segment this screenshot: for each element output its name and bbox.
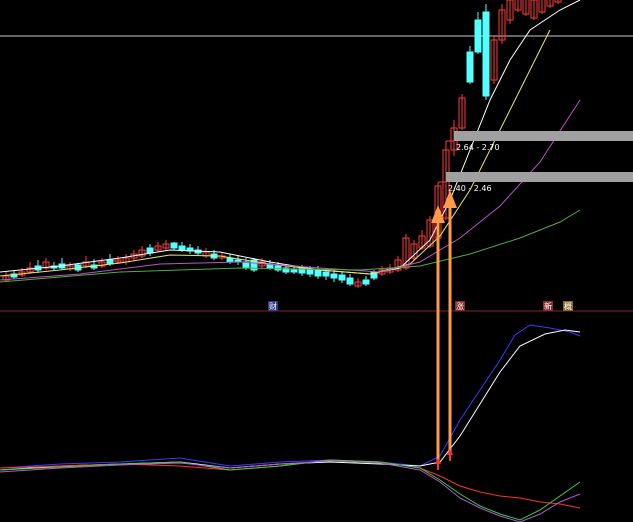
event-marker-label: 财 [269,301,277,311]
candle-body [226,257,234,263]
event-marker-label: 概 [564,301,572,311]
candle-body [274,265,282,271]
candle-body [338,274,346,281]
price-band-lower-bar [446,172,633,182]
candle-body [306,269,314,275]
candle-body [106,259,114,265]
price-band-upper-label: 2.64 - 2.70 [456,143,500,152]
event-marker-label: 涨 [456,301,464,311]
candle-body [466,51,474,83]
signal-arrow-shaft [436,218,440,463]
candle-body [346,277,354,285]
candle-body [330,273,338,279]
candle-body [146,247,154,254]
event-marker-cai[interactable]: 财 [268,301,278,311]
candle-body [322,271,330,277]
candle-body [474,19,482,53]
candle-body [290,269,298,273]
candle-body [362,279,370,285]
event-marker-xin[interactable]: 新 [543,301,553,311]
price-band-lower-label: 2.40 - 2.46 [448,184,492,193]
stock-chart[interactable]: 2.64 - 2.70 2.40 - 2.46 财 涨 新 概 [0,0,633,522]
signal-arrow-shaft [448,203,452,455]
candle-body [178,245,186,251]
candle-body [170,242,178,249]
price-band-upper-bar [454,131,633,141]
candle-body [314,269,322,277]
event-marker-zhang[interactable]: 涨 [455,301,465,311]
candle [250,258,258,272]
candle [482,4,490,100]
event-marker-label: 新 [544,301,552,311]
candle [466,46,474,84]
candle-body [482,11,490,97]
event-marker-gai[interactable]: 概 [563,301,573,311]
